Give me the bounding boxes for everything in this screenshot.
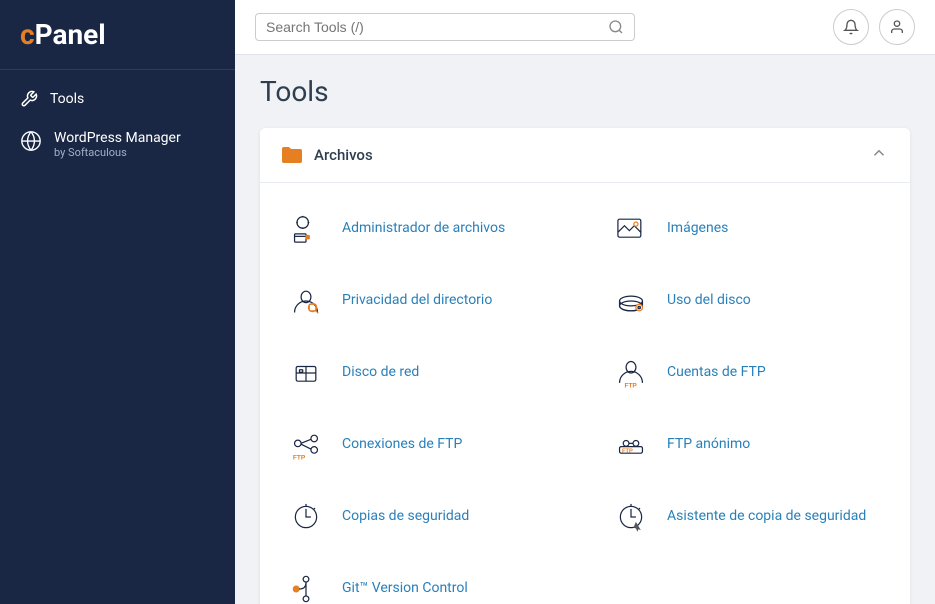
backup-wizard-icon [609,495,653,539]
sidebar-item-wordpress[interactable]: WordPress Manager by Softaculous [0,118,235,171]
chevron-up-icon [870,144,888,162]
card-header-left: Archivos [280,145,373,165]
tool-git-label: Git™ Version Control [342,579,468,599]
tool-disk-usage-label: Uso del disco [667,291,751,311]
tool-backup-wizard-label: Asistente de copia de seguridad [667,507,866,527]
tool-images-label: Imágenes [667,219,728,239]
wrench-icon [20,90,38,108]
svg-text:FTP: FTP [293,455,306,462]
ftp-accounts-icon: FTP [609,351,653,395]
tool-anonymous-ftp-label: FTP anónimo [667,435,750,455]
images-icon [609,207,653,251]
section-title: Archivos [314,146,373,164]
bell-icon [843,19,859,35]
tool-ftp-accounts[interactable]: FTP Cuentas de FTP [585,337,910,409]
main-content: Tools Archivos [235,0,935,604]
wordpress-icon [20,130,42,152]
svg-text:FTP: FTP [622,448,633,454]
tool-anonymous-ftp[interactable]: FTP FTP anónimo [585,409,910,481]
git-icon [284,567,328,604]
tool-backup[interactable]: Copias de seguridad [260,481,585,553]
tool-ftp-connections-label: Conexiones de FTP [342,435,462,455]
directory-privacy-icon [284,279,328,323]
tool-git[interactable]: Git™ Version Control [260,553,585,604]
header-icons [833,9,915,45]
search-input[interactable] [266,19,608,35]
tool-ftp-accounts-label: Cuentas de FTP [667,363,766,383]
wp-sublabel: by Softaculous [54,146,181,159]
tool-network-disk[interactable]: Disco de red [260,337,585,409]
sidebar-item-tools-label: Tools [50,91,84,107]
tools-grid: Administrador de archivos Imágenes [260,183,910,604]
tool-backup-label: Copias de seguridad [342,507,469,527]
network-disk-icon [284,351,328,395]
user-icon [889,19,905,35]
file-manager-icon [284,207,328,251]
wp-label: WordPress Manager by Softaculous [54,130,181,159]
tool-directory-privacy-label: Privacidad del directorio [342,291,492,311]
user-button[interactable] [879,9,915,45]
tool-directory-privacy[interactable]: Privacidad del directorio [260,265,585,337]
notification-button[interactable] [833,9,869,45]
tool-disk-usage[interactable]: Uso del disco [585,265,910,337]
tool-network-disk-label: Disco de red [342,363,419,383]
logo-c: c [20,18,35,51]
collapse-button[interactable] [868,142,890,168]
sidebar-item-tools[interactable]: Tools [0,80,235,118]
tool-file-manager-label: Administrador de archivos [342,219,505,239]
tool-ftp-connections[interactable]: FTP Conexiones de FTP [260,409,585,481]
ftp-connections-icon: FTP [284,423,328,467]
backup-icon [284,495,328,539]
tool-backup-wizard[interactable]: Asistente de copia de seguridad [585,481,910,553]
sidebar: cPanel Tools WordPress Manager by Softac… [0,0,235,604]
sidebar-nav: Tools WordPress Manager by Softaculous [0,70,235,181]
search-bar[interactable] [255,13,635,41]
anonymous-ftp-icon: FTP [609,423,653,467]
tool-file-manager[interactable]: Administrador de archivos [260,193,585,265]
header [235,0,935,55]
content-area: Tools Archivos [235,55,935,604]
tool-images[interactable]: Imágenes [585,193,910,265]
page-title: Tools [260,75,910,108]
svg-text:FTP: FTP [624,383,637,390]
archivos-card: Archivos [260,128,910,604]
wp-title: WordPress Manager [54,130,181,146]
folder-icon [280,145,304,165]
card-header: Archivos [260,128,910,183]
logo: cPanel [0,0,235,70]
logo-text: cPanel [20,18,106,51]
search-icon [608,19,624,35]
disk-usage-icon [609,279,653,323]
